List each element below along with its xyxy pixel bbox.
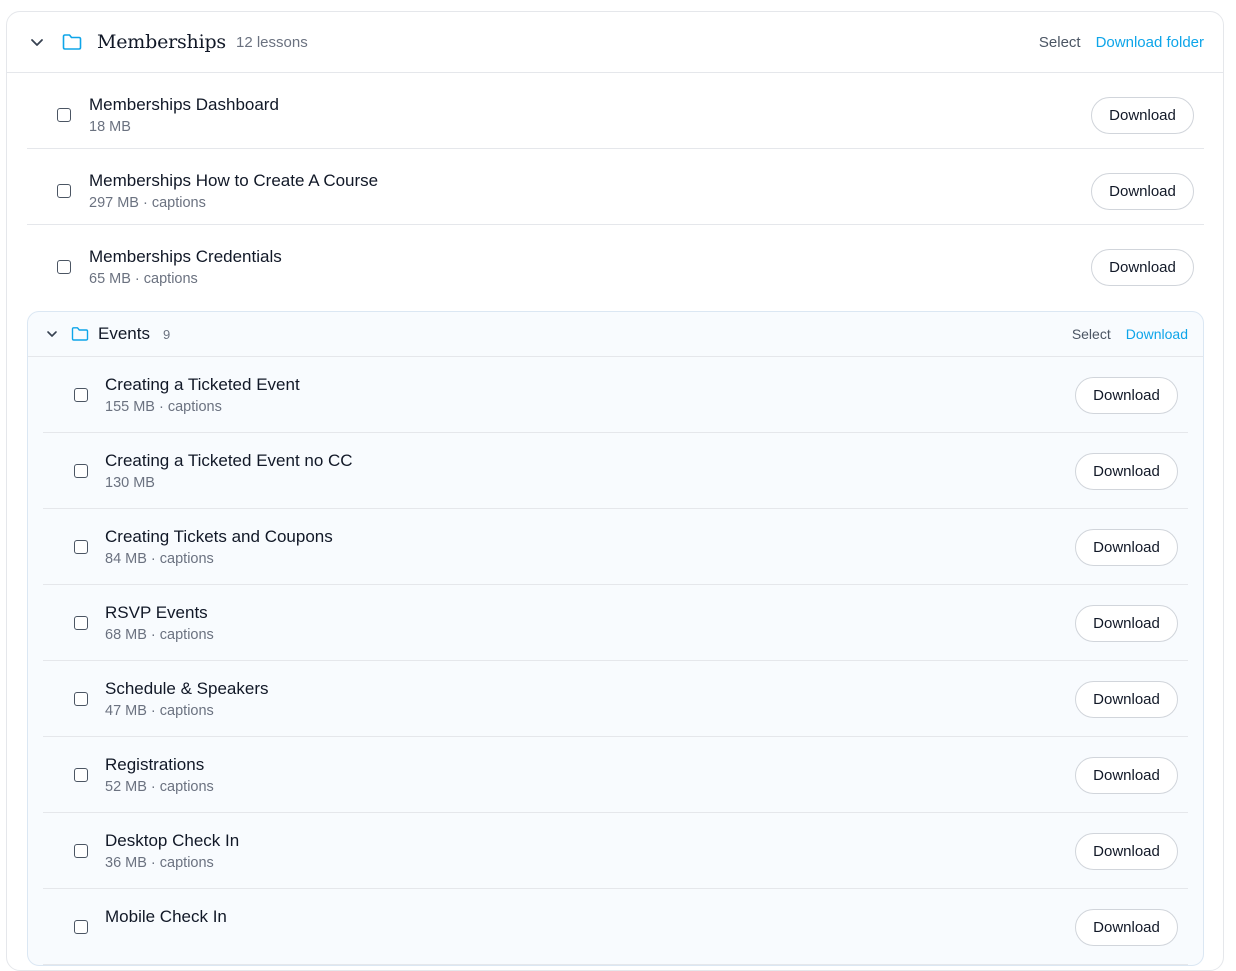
lesson-row: Memberships Credentials 65 MB · captions… — [27, 225, 1204, 301]
folder-icon — [71, 326, 89, 342]
folder-icon — [62, 33, 82, 51]
lesson-title: Creating a Ticketed Event no CC — [105, 451, 353, 470]
lesson-list: Memberships Dashboard 18 MB Download Mem… — [7, 73, 1223, 301]
lesson-title: Memberships Dashboard — [89, 95, 279, 114]
lesson-row: Registrations 52 MB · captions Download — [43, 737, 1188, 813]
lesson-title: Mobile Check In — [105, 907, 227, 926]
lesson-row: Schedule & Speakers 47 MB · captions Dow… — [43, 661, 1188, 737]
subfolder-header: Events 9 Select Download — [28, 312, 1203, 357]
lesson-row: Desktop Check In 36 MB · captions Downlo… — [43, 813, 1188, 889]
lesson-meta: 47 MB · captions — [105, 703, 214, 719]
download-button[interactable]: Download — [1075, 529, 1178, 566]
subfolder-actions: Select Download — [1072, 326, 1188, 342]
download-button[interactable]: Download — [1075, 453, 1178, 490]
download-button[interactable]: Download — [1075, 833, 1178, 870]
lesson-title: RSVP Events — [105, 603, 208, 622]
chevron-down-icon[interactable] — [45, 327, 59, 341]
download-button[interactable]: Download — [1091, 249, 1194, 286]
subfolder-events: Events 9 Select Download Creating a Tick… — [27, 311, 1204, 966]
lesson-row: Memberships How to Create A Course 297 M… — [27, 149, 1204, 225]
download-button[interactable]: Download — [1091, 173, 1194, 210]
subfolder-download-button[interactable]: Download — [1126, 326, 1188, 342]
lesson-title: Creating a Ticketed Event — [105, 375, 300, 394]
folder-card: Memberships 12 lessons Select Download f… — [6, 11, 1224, 971]
lesson-checkbox[interactable] — [74, 768, 88, 782]
subfolder-select-button[interactable]: Select — [1072, 326, 1111, 342]
download-button[interactable]: Download — [1075, 377, 1178, 414]
folder-select-button[interactable]: Select — [1039, 34, 1081, 51]
lesson-checkbox[interactable] — [74, 920, 88, 934]
lesson-meta: 68 MB · captions — [105, 627, 214, 643]
lesson-checkbox[interactable] — [74, 388, 88, 402]
folder-title: Memberships — [97, 31, 226, 53]
lesson-title: Memberships Credentials — [89, 247, 282, 266]
subfolder-title: Events — [98, 324, 150, 343]
lesson-title: Registrations — [105, 755, 205, 774]
folder-lesson-count: 12 lessons — [236, 33, 308, 51]
lesson-row: RSVP Events 68 MB · captions Download — [43, 585, 1188, 661]
download-button[interactable]: Download — [1091, 97, 1194, 134]
lesson-meta: 130 MB — [105, 475, 155, 491]
lesson-meta: 65 MB · captions — [89, 271, 198, 287]
subfolder-lesson-list: Creating a Ticketed Event 155 MB · capti… — [28, 357, 1203, 965]
lesson-row: Creating Tickets and Coupons 84 MB · cap… — [43, 509, 1188, 585]
lesson-checkbox[interactable] — [57, 108, 71, 122]
lesson-checkbox[interactable] — [74, 844, 88, 858]
lesson-title: Memberships How to Create A Course — [89, 171, 379, 190]
download-button[interactable]: Download — [1075, 681, 1178, 718]
download-folder-button[interactable]: Download folder — [1096, 34, 1204, 51]
download-button[interactable]: Download — [1075, 909, 1178, 946]
download-button[interactable]: Download — [1075, 757, 1178, 794]
lesson-checkbox[interactable] — [74, 692, 88, 706]
subfolder-lesson-count: 9 — [163, 326, 171, 342]
lesson-meta: 84 MB · captions — [105, 551, 214, 567]
lesson-meta: 155 MB · captions — [105, 399, 222, 415]
lesson-meta: 36 MB · captions — [105, 855, 214, 871]
lesson-checkbox[interactable] — [57, 184, 71, 198]
lesson-row: Memberships Dashboard 18 MB Download — [27, 73, 1204, 149]
lesson-checkbox[interactable] — [74, 616, 88, 630]
folder-header: Memberships 12 lessons Select Download f… — [7, 12, 1223, 73]
lesson-checkbox[interactable] — [74, 464, 88, 478]
lesson-checkbox[interactable] — [74, 540, 88, 554]
lesson-checkbox[interactable] — [57, 260, 71, 274]
lesson-meta: 52 MB · captions — [105, 779, 214, 795]
lesson-row: Mobile Check In Download — [43, 889, 1188, 965]
download-button[interactable]: Download — [1075, 605, 1178, 642]
chevron-down-icon[interactable] — [29, 34, 45, 50]
lesson-meta: 297 MB · captions — [89, 195, 206, 211]
lesson-row: Creating a Ticketed Event 155 MB · capti… — [43, 357, 1188, 433]
lesson-title: Desktop Check In — [105, 831, 240, 850]
lesson-row: Creating a Ticketed Event no CC 130 MB D… — [43, 433, 1188, 509]
lesson-meta: 18 MB — [89, 119, 131, 135]
lesson-title: Creating Tickets and Coupons — [105, 527, 333, 546]
folder-actions: Select Download folder — [1039, 34, 1204, 51]
lesson-title: Schedule & Speakers — [105, 679, 269, 698]
